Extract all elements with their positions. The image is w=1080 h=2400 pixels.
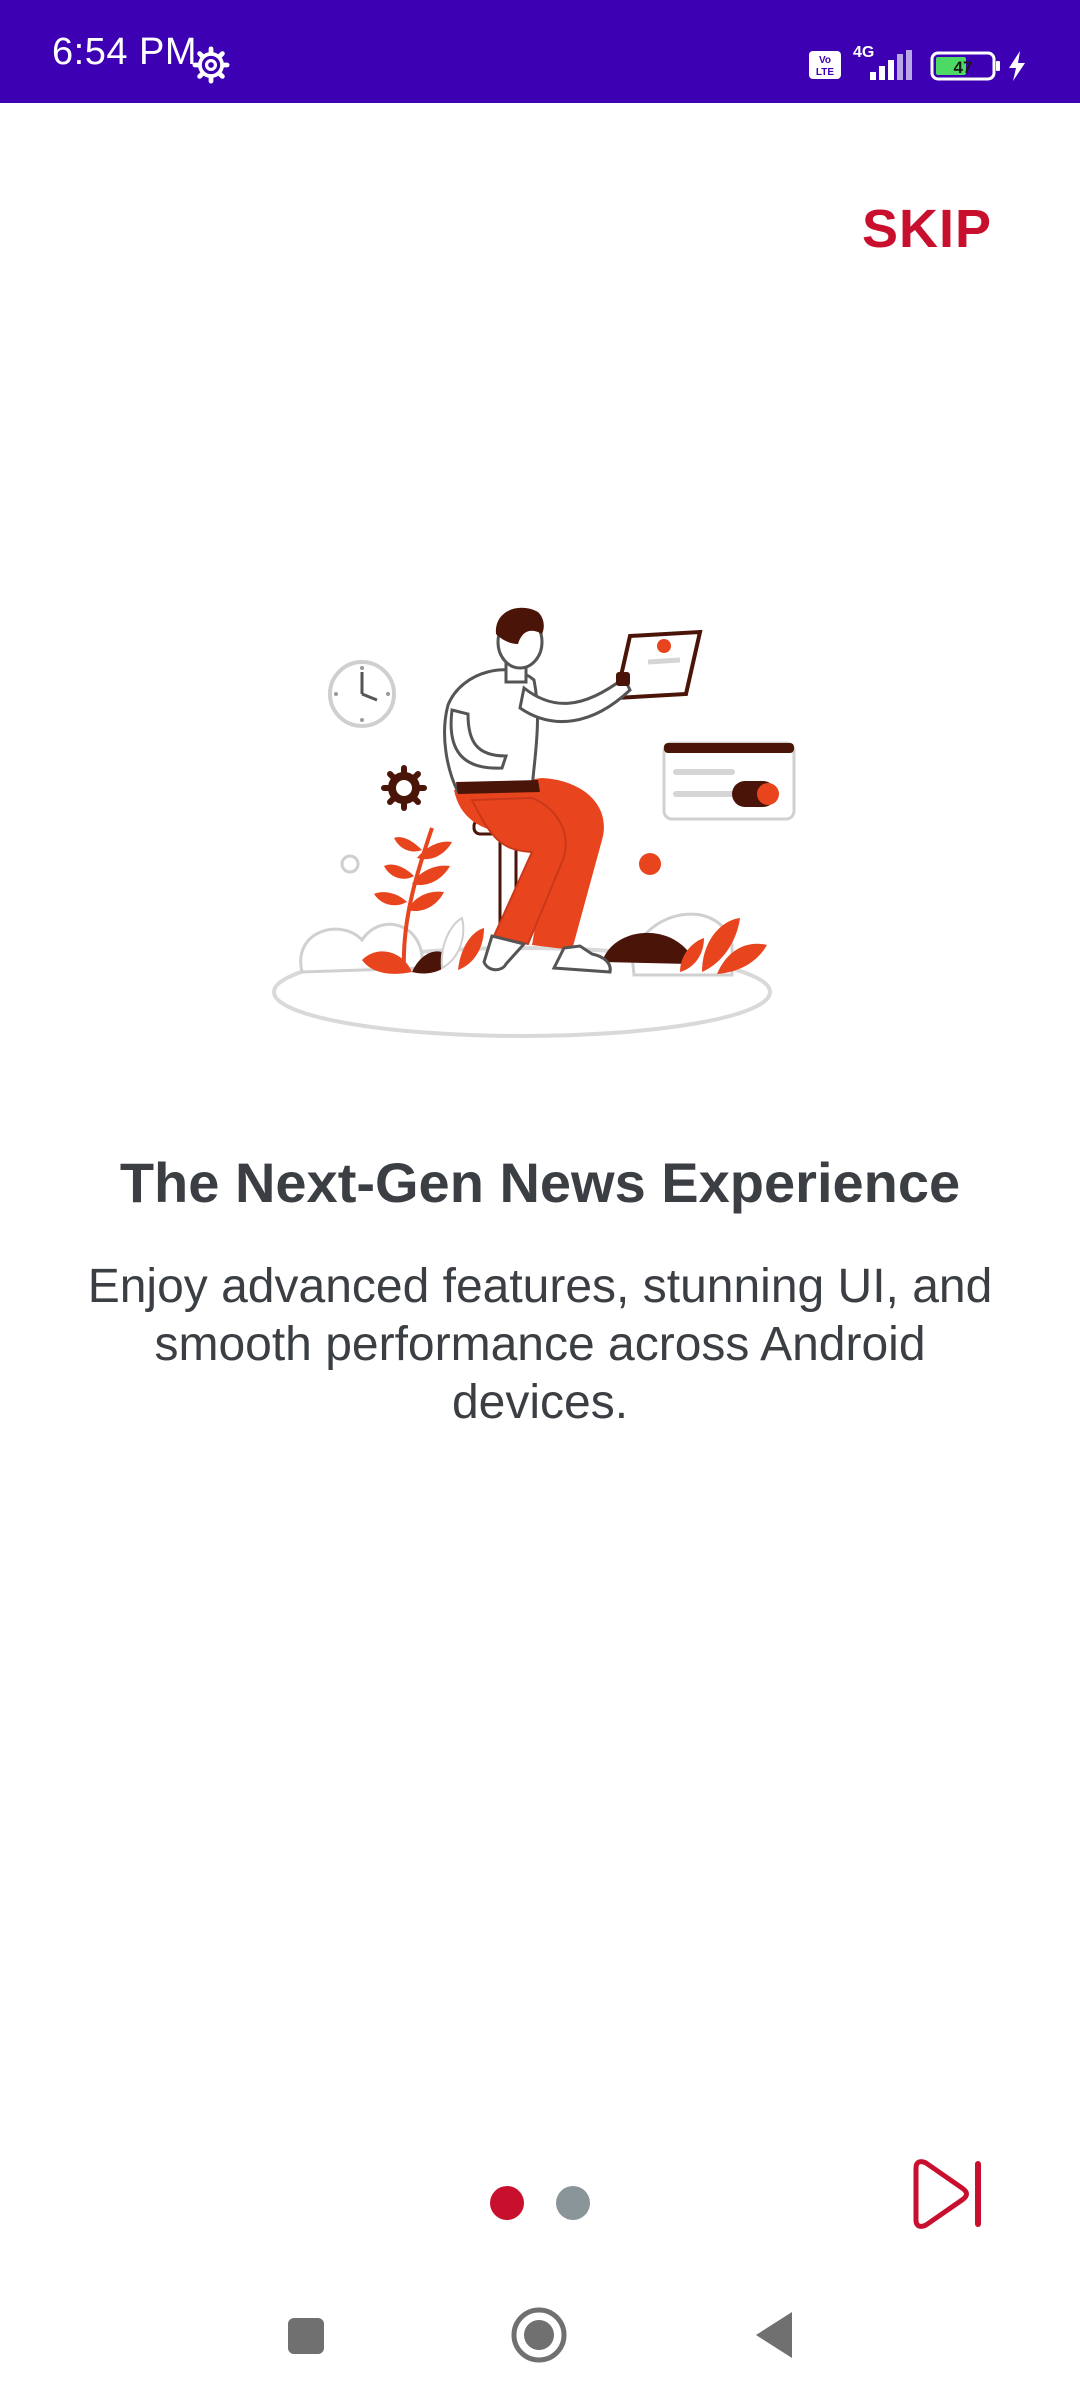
page-indicator-dot-1 bbox=[490, 2186, 524, 2220]
home-icon[interactable] bbox=[510, 2306, 568, 2364]
svg-text:Vo: Vo bbox=[819, 55, 831, 66]
volte-icon: Vo LTE bbox=[809, 51, 841, 79]
onboarding-illustration bbox=[272, 607, 796, 1038]
status-bar: 6:54 PM Vo LTE 4G 47 bbox=[0, 0, 1080, 103]
signal-icon bbox=[870, 50, 912, 80]
svg-text:LTE: LTE bbox=[816, 67, 834, 78]
battery-icon: 47 bbox=[930, 51, 1000, 81]
status-time: 6:54 PM bbox=[52, 31, 198, 73]
settings-gear-icon bbox=[192, 46, 230, 84]
charging-bolt-icon bbox=[1009, 51, 1025, 81]
skip-next-icon[interactable] bbox=[908, 2154, 988, 2234]
onboarding-title: The Next-Gen News Experience bbox=[119, 1151, 961, 1214]
skip-button[interactable]: SKIP bbox=[862, 198, 992, 260]
page-indicator-dot-2 bbox=[556, 2186, 590, 2220]
back-icon[interactable] bbox=[752, 2310, 794, 2360]
battery-level: 47 bbox=[954, 58, 973, 77]
recent-apps-icon[interactable] bbox=[286, 2316, 326, 2356]
onboarding-description: Enjoy advanced features, stunning UI, an… bbox=[87, 1260, 993, 1429]
